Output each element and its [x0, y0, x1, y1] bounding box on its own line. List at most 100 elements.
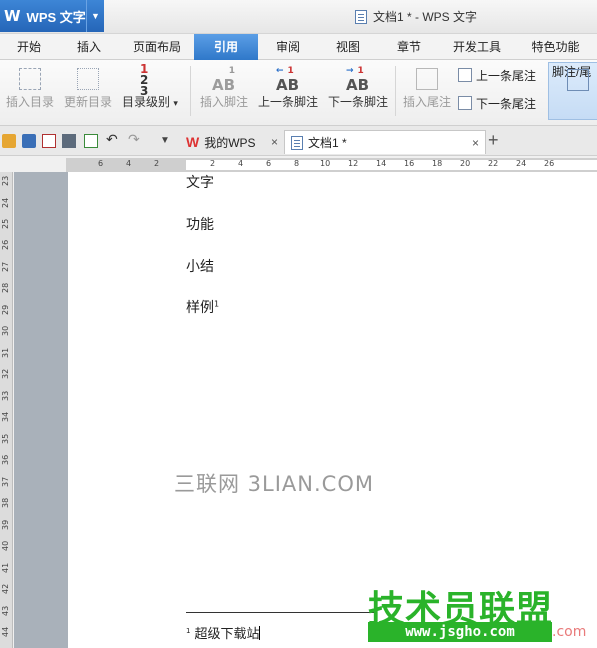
ruler-tick: 10 [320, 159, 331, 168]
undo-icon[interactable]: ↶ [106, 132, 120, 146]
print-icon[interactable] [62, 134, 76, 148]
insert-endnote-button[interactable]: 插入尾注 [400, 60, 454, 120]
ruler-tick: 32 [1, 368, 10, 379]
ruler-tick: 25 [1, 218, 10, 229]
next-footnote-button[interactable]: → 1 AB 下一条脚注 [325, 60, 391, 120]
horizontal-ruler[interactable]: 6 4 2 2 4 6 8 10 12 14 16 18 20 22 24 26 [66, 158, 597, 172]
window-title: 文档1 * - WPS 文字 [355, 8, 477, 25]
tab-home[interactable]: 开始 [0, 34, 58, 60]
footnote-endnote-icon [567, 69, 589, 91]
app-name: WPS 文字 [26, 9, 86, 25]
ruler-tick: 31 [1, 347, 10, 358]
ruler-tick: 44 [1, 626, 10, 637]
ruler-tick: 24 [516, 159, 527, 168]
document-workspace: 文字 功能 小结 样例1 三联网 3LIAN.COM 1 超级下载站 [14, 172, 597, 648]
ribbon-toolbar: 插入目录 更新目录 1 2 3 目录级别 ▾ 1 AB 插入脚注 ← 1 AB 上一条… [0, 60, 597, 126]
close-icon[interactable]: × [472, 136, 479, 150]
ruler-tick: 22 [488, 159, 499, 168]
ruler-tick: 8 [294, 159, 300, 168]
ruler-tick: 2 [154, 159, 160, 168]
ruler-tick: 39 [1, 519, 10, 530]
quick-access-bar: ↶ ↷ ▼ W 我的WPS × 文档1 * × + [0, 126, 597, 156]
ruler-tick: 4 [126, 159, 132, 168]
export-pdf-icon[interactable] [42, 134, 56, 148]
ruler-tick: 42 [1, 583, 10, 594]
brand-url-suffix: .com [552, 624, 587, 640]
document-line-2[interactable]: 功能 [186, 214, 214, 234]
redo-icon[interactable]: ↷ [128, 132, 142, 146]
insert-footnote-button[interactable]: 1 AB 插入脚注 [196, 60, 252, 120]
ruler-tick: 33 [1, 390, 10, 401]
ruler-tick: 2 [210, 159, 216, 168]
tab-section[interactable]: 章节 [378, 34, 440, 60]
ruler-tick: 35 [1, 433, 10, 444]
tab-my-wps[interactable]: W 我的WPS × [180, 130, 284, 154]
document-line-3[interactable]: 小结 [186, 256, 214, 276]
insert-toc-icon [19, 68, 41, 90]
print-preview-icon[interactable] [84, 134, 98, 148]
tab-page-layout[interactable]: 页面布局 [120, 34, 194, 60]
tab-insert[interactable]: 插入 [58, 34, 120, 60]
next-endnote-button[interactable]: 下一条尾注 [458, 93, 536, 113]
ruler-tick: 6 [266, 159, 272, 168]
text-cursor [259, 626, 261, 640]
ruler-tick: 29 [1, 304, 10, 315]
ruler-tick: 40 [1, 540, 10, 551]
app-menu-dropdown-icon[interactable]: ▼ [86, 0, 104, 32]
ruler-tick: 6 [98, 159, 104, 168]
vertical-ruler[interactable]: 23 24 25 26 27 28 29 30 31 32 33 34 35 3… [0, 172, 13, 648]
save-icon[interactable] [22, 134, 36, 148]
customize-dropdown-icon[interactable]: ▼ [160, 134, 174, 148]
tab-developer[interactable]: 开发工具 [440, 34, 514, 60]
prev-endnote-button[interactable]: 上一条尾注 [458, 65, 536, 85]
ruler-tick: 26 [544, 159, 555, 168]
ribbon-tabs: 开始 插入 页面布局 引用 审阅 视图 章节 开发工具 特色功能 [0, 34, 597, 60]
ruler-tick: 30 [1, 325, 10, 336]
wps-logo-icon: W [186, 134, 200, 150]
document-line-1[interactable]: 文字 [186, 172, 214, 192]
tab-special-features[interactable]: 特色功能 [514, 34, 597, 60]
app-menu-button[interactable]: W WPS 文字 ▼ [0, 0, 104, 32]
tab-review[interactable]: 审阅 [258, 34, 318, 60]
ribbon-separator [395, 66, 396, 116]
ruler-tick: 24 [1, 197, 10, 208]
wps-logo-icon: W [4, 7, 21, 25]
tab-document-1[interactable]: 文档1 * × [284, 130, 486, 154]
footnote-text[interactable]: 1 超级下载站 [186, 623, 261, 642]
ruler-tick: 23 [1, 175, 10, 186]
ruler-tick: 18 [432, 159, 443, 168]
ruler-tick: 4 [238, 159, 244, 168]
footnote-endnote-button[interactable]: 脚注/尾 [548, 62, 597, 120]
open-folder-icon[interactable] [2, 134, 16, 148]
ruler-tick: 36 [1, 454, 10, 465]
prev-footnote-icon: ← 1 AB [276, 66, 300, 94]
close-icon[interactable]: × [271, 135, 278, 149]
new-tab-button[interactable]: + [488, 130, 499, 151]
ruler-tick: 26 [1, 239, 10, 250]
document-icon [291, 135, 303, 150]
insert-toc-button[interactable]: 插入目录 [2, 60, 58, 120]
ruler-tick: 12 [348, 159, 359, 168]
ruler-tick: 34 [1, 411, 10, 422]
document-page[interactable]: 文字 功能 小结 样例1 三联网 3LIAN.COM 1 超级下载站 [68, 172, 597, 648]
update-toc-button[interactable]: 更新目录 [60, 60, 116, 120]
tab-references[interactable]: 引用 [194, 34, 258, 60]
update-toc-icon [77, 68, 99, 90]
document-line-4[interactable]: 样例1 [186, 297, 219, 317]
insert-endnote-icon [416, 68, 438, 90]
toc-level-button[interactable]: 1 2 3 目录级别 ▾ [118, 60, 182, 120]
footnote-separator [186, 612, 376, 613]
ruler-text-area [186, 160, 597, 170]
ruler-tick: 14 [376, 159, 387, 168]
next-endnote-icon [458, 96, 472, 110]
ruler-tick: 28 [1, 282, 10, 293]
window-title-text: 文档1 * - WPS 文字 [373, 10, 478, 24]
title-bar: W WPS 文字 ▼ 文档1 * - WPS 文字 [0, 0, 597, 34]
tab-view[interactable]: 视图 [318, 34, 378, 60]
brand-url: www.jsgho.com [368, 622, 552, 642]
document-icon [355, 9, 367, 24]
next-footnote-icon: → 1 AB [346, 66, 370, 94]
ribbon-separator [190, 66, 191, 116]
footnote-reference[interactable]: 1 [214, 299, 219, 308]
prev-footnote-button[interactable]: ← 1 AB 上一条脚注 [256, 60, 320, 120]
